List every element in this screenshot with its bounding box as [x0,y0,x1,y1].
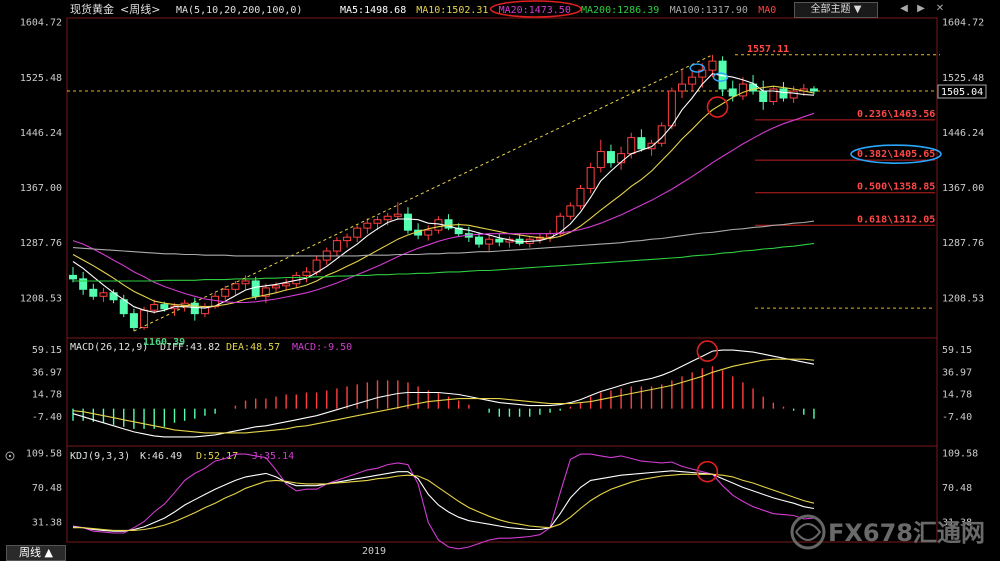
fib-label-1: 0.382\1405.65 [857,149,935,160]
prev-icon[interactable]: ◀ [896,2,912,16]
main-ytick-left-3: 1367.00 [20,183,62,194]
main-ytick-right-5: 1208.53 [942,293,984,304]
low-label: 1160.39 [143,337,185,348]
macd-ytick-right-0: 59.15 [942,345,972,356]
fib-label-3: 0.618\1312.05 [857,214,935,225]
fx678-watermark: FX678汇通网 [790,514,985,550]
main-ytick-left-2: 1446.24 [20,128,62,139]
macd-ytick-right-1: 36.97 [942,367,972,378]
current-price-label: 1505.04 [941,87,983,98]
kdj-ytick-left-2: 31.38 [32,517,62,528]
main-ytick-right-4: 1287.76 [942,238,984,249]
main-ytick-left-1: 1525.48 [20,73,62,84]
macd-ytick-left-1: 36.97 [32,367,62,378]
ma-legend-3: MA200:1286.39 [581,5,659,16]
x-axis-year-label: 2019 [362,546,386,557]
header-instrument: 现货黄金 [70,2,114,16]
ma-legend-4: MA100:1317.90 [670,5,748,16]
macd-ytick-right-3: -7.40 [942,412,972,423]
watermark-text: FX678汇通网 [828,519,985,547]
high-label: 1557.11 [747,44,789,55]
period-tab[interactable]: 周线 ▲ [6,545,66,561]
kdj-k: K:46.49 [140,451,182,462]
main-ytick-right-3: 1367.00 [942,183,984,194]
candle [667,87,676,130]
macd-ytick-left-2: 14.78 [32,390,62,401]
main-ytick-left-0: 1604.72 [20,18,62,29]
macd-value: MACD:-9.50 [292,342,352,353]
macd-params: MACD(26,12,9) [70,342,148,353]
kdj-ytick-left-1: 70.48 [32,483,62,494]
fib-label-2: 0.500\1358.85 [857,182,935,193]
kdj-ytick-right-1: 70.48 [942,483,972,494]
macd-dea: DEA:48.57 [226,342,280,353]
fib-label-0: 0.236\1463.56 [857,109,935,120]
kdj-params: KDJ(9,3,3) [70,451,130,462]
chart-stage: 现货黄金 <周线> MA(5,10,20,200,100,0) MA5:1498… [0,0,1000,561]
watermark-globe-icon [790,514,826,550]
next-icon[interactable]: ▶ [913,2,929,16]
close-icon[interactable]: ✕ [932,2,948,16]
topic-dropdown[interactable]: 全部主题 ▼ [794,2,878,18]
main-ytick-right-0: 1604.72 [942,18,984,29]
main-ytick-right-2: 1446.24 [942,128,984,139]
macd-ytick-right-2: 14.78 [942,390,972,401]
candle [576,184,585,210]
main-ytick-left-4: 1287.76 [20,238,62,249]
ma-legend-5: MA0 [758,5,776,16]
header-period: <周线> [120,2,160,16]
kdj-ytick-left-0: 109.58 [26,449,62,460]
ma-legend-1: MA10:1502.31 [416,5,488,16]
ma-legend-2: MA20:1473.50 [499,5,571,16]
macd-ytick-left-0: 59.15 [32,345,62,356]
main-ytick-left-5: 1208.53 [20,293,62,304]
main-ytick-right-1: 1525.48 [942,73,984,84]
ma-legend-0: MA5:1498.68 [340,5,406,16]
macd-ytick-left-3: -7.40 [32,412,62,423]
header-ma-params: MA(5,10,20,200,100,0) [176,5,302,16]
kdj-ytick-right-0: 109.58 [942,449,978,460]
candle [586,162,595,194]
